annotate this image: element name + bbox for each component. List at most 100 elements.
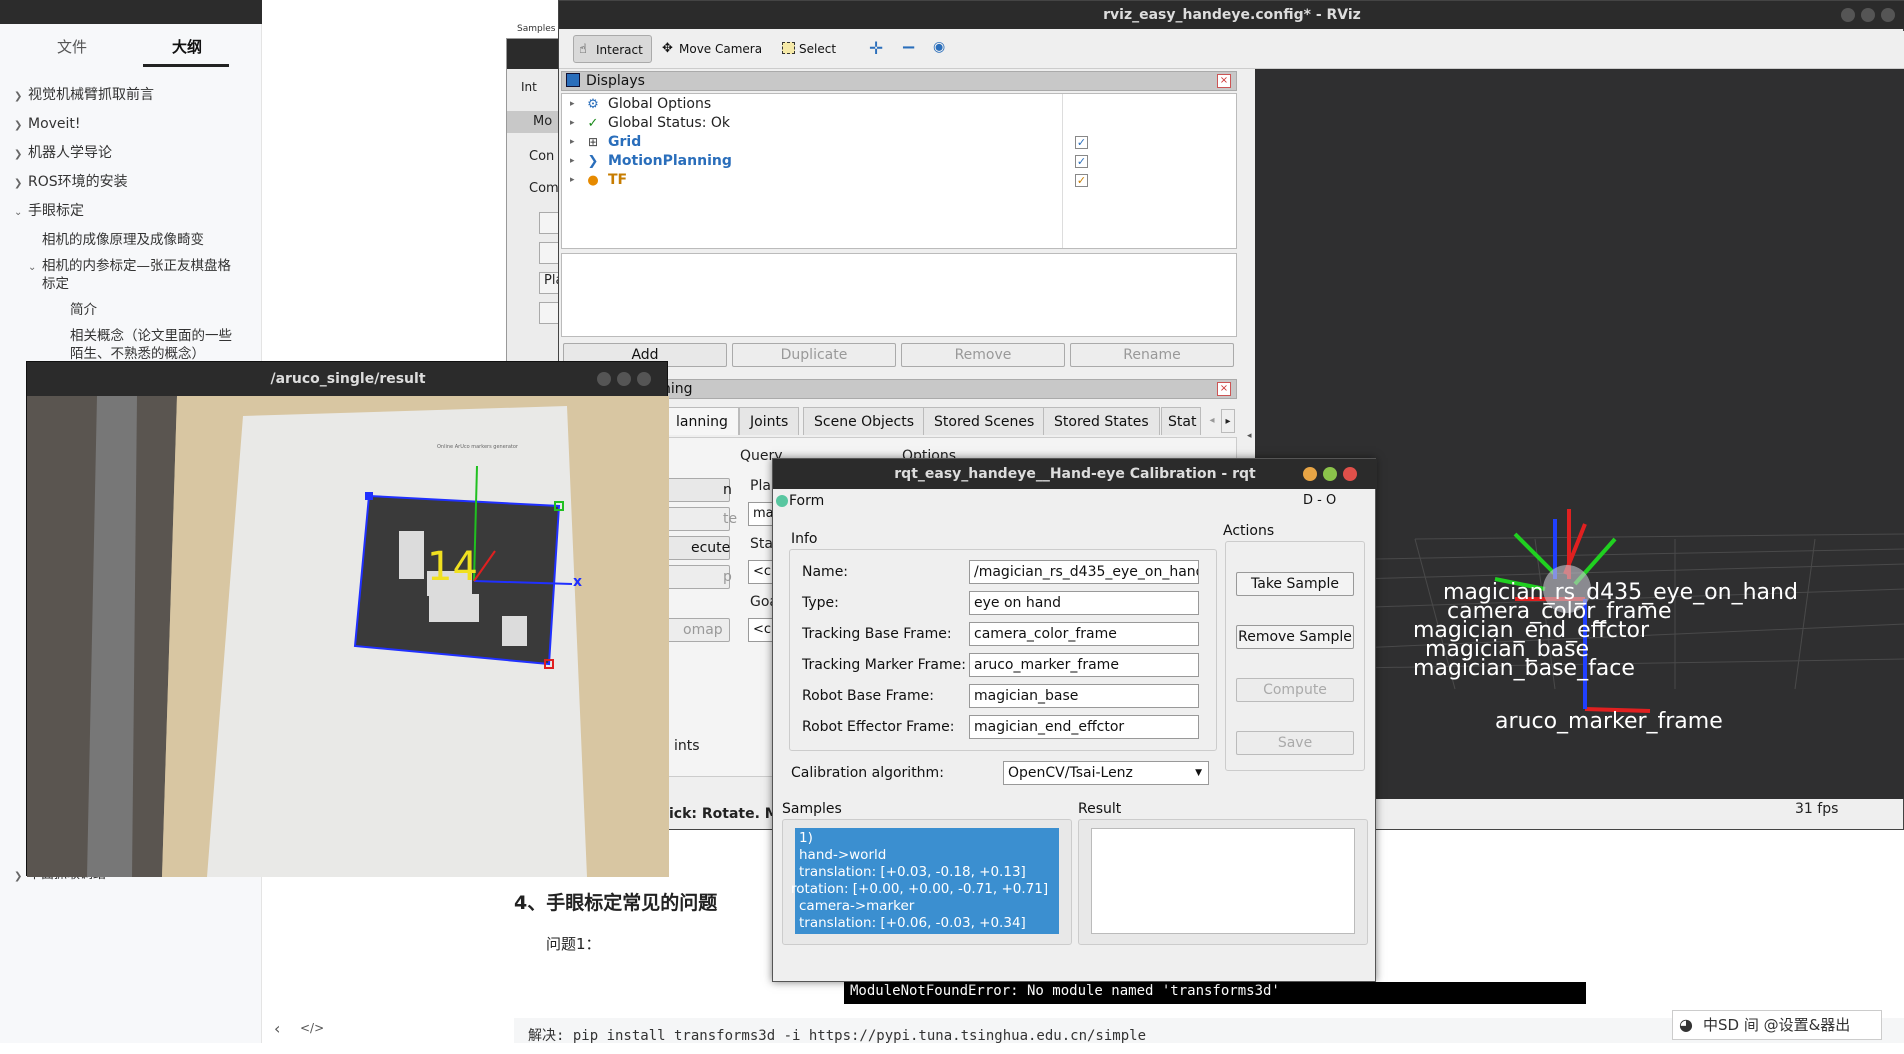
select-tool[interactable]: Select xyxy=(777,35,844,63)
chevron-down-icon[interactable]: ⌄ xyxy=(28,259,36,277)
expand-icon[interactable]: ▸ xyxy=(570,133,575,152)
minimize-button[interactable] xyxy=(1303,467,1317,481)
chevron-right-icon[interactable]: ❯ xyxy=(14,88,22,106)
clear-octomap-button[interactable]: omap xyxy=(662,618,730,642)
tab-joints[interactable]: Joints xyxy=(739,407,800,435)
fps-counter: 31 fps xyxy=(1795,801,1839,817)
maximize-button[interactable] xyxy=(617,372,631,386)
plan-button[interactable]: n xyxy=(662,478,732,502)
minimize-button[interactable] xyxy=(1841,8,1855,22)
close-panel-icon[interactable]: × xyxy=(1217,382,1231,396)
back-icon[interactable]: ‹ xyxy=(274,1019,280,1038)
close-button[interactable] xyxy=(1343,467,1357,481)
tab-scroll-right-icon[interactable]: ▸ xyxy=(1221,409,1235,433)
outline-item[interactable]: 简介 xyxy=(0,301,261,321)
minimize-button[interactable] xyxy=(597,372,611,386)
tab-stored-scenes[interactable]: Stored Scenes xyxy=(923,407,1046,435)
sample-line: 1) xyxy=(799,830,813,846)
outline-item[interactable]: ⌄ 手眼标定 xyxy=(0,202,261,222)
source-code-icon[interactable]: </> xyxy=(300,1021,324,1035)
add-tool-icon[interactable]: ✛ xyxy=(869,39,883,59)
robot-effector-field[interactable]: magician_end_effctor xyxy=(969,715,1199,739)
rviz-toolbar: ☝ Interact ✥ Move Camera Select ✛ − ◉ xyxy=(559,31,1904,69)
actions-group: Take Sample Remove Sample Compute Save xyxy=(1225,541,1365,771)
tab-outline[interactable]: 大纲 xyxy=(172,36,202,57)
close-panel-icon[interactable]: × xyxy=(1217,74,1231,88)
chevron-right-icon[interactable]: ❯ xyxy=(14,175,22,193)
plan-execute-button[interactable]: ecute xyxy=(662,536,730,560)
monitor-icon xyxy=(566,73,580,87)
display-motion-planning[interactable]: ▸ ❯ MotionPlanning ✓ xyxy=(562,152,1238,171)
display-grid[interactable]: ▸ ⊞ Grid ✓ xyxy=(562,133,1238,152)
plugin-controls[interactable]: D - O xyxy=(1303,493,1336,508)
close-button[interactable] xyxy=(1881,8,1895,22)
save-button[interactable]: Save xyxy=(1236,731,1354,755)
tab-status[interactable]: Stat xyxy=(1161,407,1201,435)
tf-label: aruco_marker_frame xyxy=(1495,709,1723,734)
expand-icon[interactable]: ▸ xyxy=(570,152,575,171)
duplicate-display-button[interactable]: Duplicate xyxy=(732,343,896,367)
result-text[interactable] xyxy=(1091,828,1355,934)
tab-files[interactable]: 文件 xyxy=(57,36,87,57)
name-field[interactable]: /magician_rs_d435_eye_on_hand xyxy=(969,560,1199,584)
interact-tool-partial[interactable]: Int xyxy=(521,80,537,94)
result-group xyxy=(1078,819,1368,945)
splitter-handle-icon[interactable]: ◂ xyxy=(1247,431,1252,441)
rename-display-button[interactable]: Rename xyxy=(1070,343,1234,367)
samples-tag: Samples xyxy=(517,24,556,34)
execute-button[interactable]: te xyxy=(662,507,737,531)
close-button[interactable] xyxy=(637,372,651,386)
displays-header: Displays × xyxy=(561,71,1237,91)
select-rect-icon xyxy=(782,42,795,54)
stop-button[interactable]: p xyxy=(662,565,732,589)
outline-item[interactable]: ❯ Moveit! xyxy=(0,115,261,135)
interact-tool[interactable]: ☝ Interact xyxy=(573,35,652,63)
type-label: Type: xyxy=(802,595,839,611)
x-axis-label: x xyxy=(573,574,583,590)
expand-icon[interactable]: ▸ xyxy=(570,95,575,114)
calibration-algorithm-select[interactable]: OpenCV/Tsai-Lenz ▼ xyxy=(1003,761,1209,785)
display-global-status[interactable]: ▸ ✓ Global Status: Ok xyxy=(562,114,1238,133)
tf-checkbox[interactable]: ✓ xyxy=(1075,174,1088,187)
tab-planning[interactable]: lanning xyxy=(665,407,739,435)
maximize-button[interactable] xyxy=(1323,467,1337,481)
type-field[interactable]: eye on hand xyxy=(969,591,1199,615)
expand-icon[interactable]: ▸ xyxy=(570,171,575,190)
outline-item[interactable]: ❯ 机器人学导论 xyxy=(0,144,261,164)
outline-item[interactable]: 相机的成像原理及成像畸变 xyxy=(0,231,261,251)
motion-planning-checkbox[interactable]: ✓ xyxy=(1075,155,1088,168)
grid-icon: ⊞ xyxy=(587,135,599,149)
tab-stored-states[interactable]: Stored States xyxy=(1043,407,1160,435)
outline-item[interactable]: ❯ ROS环境的安装 xyxy=(0,173,261,193)
remove-sample-button[interactable]: Remove Sample xyxy=(1236,625,1354,649)
display-tf[interactable]: ▸ ● TF ✓ xyxy=(562,171,1238,190)
outline-item[interactable]: ❯ 视觉机械臂抓取前言 xyxy=(0,86,261,106)
chevron-down-icon[interactable]: ⌄ xyxy=(14,204,22,222)
aruco-title: /aruco_single/result xyxy=(270,371,426,387)
outline-item[interactable]: 相关概念（论文里面的一些 陌生、不熟悉的概念） xyxy=(0,327,261,363)
eye-icon[interactable]: ◉ xyxy=(933,39,945,55)
tracking-marker-field[interactable]: aruco_marker_frame xyxy=(969,653,1199,677)
input-method-tray[interactable]: ◕ 中SD 间 @设置&器出 xyxy=(1672,1010,1882,1040)
tab-scene-objects[interactable]: Scene Objects xyxy=(803,407,926,435)
grid-checkbox[interactable]: ✓ xyxy=(1075,136,1088,149)
tab-scroll-left-icon[interactable]: ◂ xyxy=(1205,409,1219,433)
paper-text: Online ArUco markers generator xyxy=(437,444,518,450)
expand-icon[interactable]: ▸ xyxy=(570,114,575,133)
remove-tool-icon[interactable]: − xyxy=(901,37,916,58)
samples-list[interactable]: 1) hand->world translation: [+0.03, -0.1… xyxy=(791,828,1059,934)
outline-item[interactable]: ⌄ 相机的内参标定—张正友棋盘格 标定 xyxy=(0,257,261,293)
remove-display-button[interactable]: Remove xyxy=(901,343,1065,367)
context-tab-partial[interactable]: Con xyxy=(529,149,554,164)
compute-button[interactable]: Compute xyxy=(1236,678,1354,702)
robot-base-field[interactable]: magician_base xyxy=(969,684,1199,708)
take-sample-button[interactable]: Take Sample xyxy=(1236,572,1354,596)
display-global-options[interactable]: ▸ ⚙ Global Options xyxy=(562,95,1238,114)
tracking-base-field[interactable]: camera_color_frame xyxy=(969,622,1199,646)
samples-label: Samples xyxy=(782,801,842,817)
move-camera-tool[interactable]: ✥ Move Camera xyxy=(657,35,770,63)
chevron-right-icon[interactable]: ❯ xyxy=(14,146,22,164)
chevron-right-icon[interactable]: ❯ xyxy=(14,117,22,135)
chevron-right-icon[interactable]: ❯ xyxy=(14,868,22,886)
maximize-button[interactable] xyxy=(1861,8,1875,22)
